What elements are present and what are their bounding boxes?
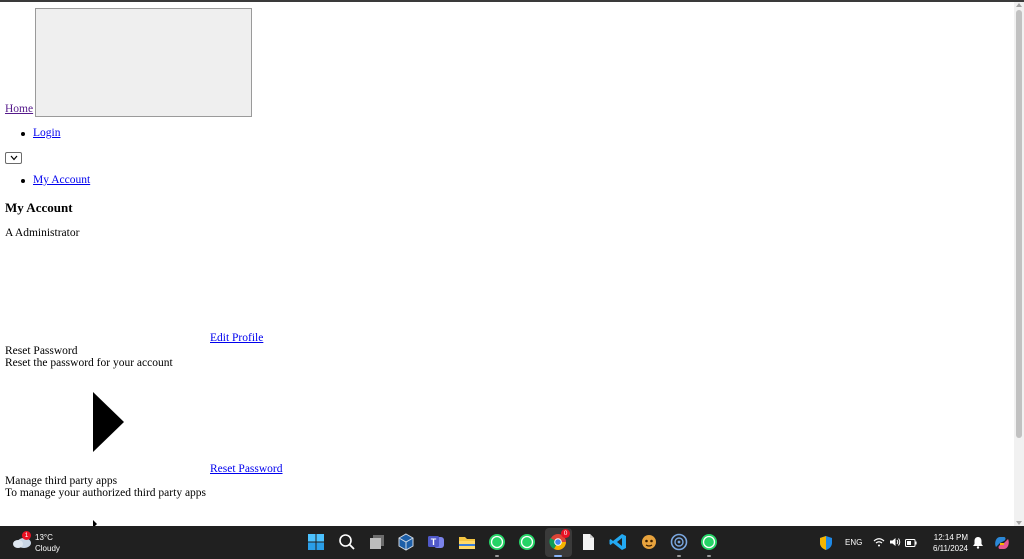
notepad-icon[interactable] (578, 532, 598, 552)
windows-start-icon[interactable] (306, 532, 326, 552)
windows-taskbar: 1 13°C Cloudy T 0 ENG 12:14 PM 6/11/2024 (0, 526, 1024, 559)
virtualbox-icon[interactable] (396, 532, 416, 552)
scroll-down-arrow-icon[interactable] (1016, 521, 1022, 525)
list-bullet (21, 132, 25, 136)
third-party-apps-heading: Manage third party apps (5, 475, 118, 487)
weather-notification-badge: 1 (22, 531, 31, 540)
wifi-icon[interactable] (873, 537, 885, 550)
vscode-icon[interactable] (608, 532, 628, 552)
copilot-icon[interactable] (992, 533, 1012, 556)
whatsapp-icon[interactable] (517, 532, 537, 552)
reset-password-link[interactable]: Reset Password (210, 463, 283, 475)
clock-date: 6/11/2024 (933, 544, 968, 553)
browser-page-content: Home Login My Account My Account A Admin… (0, 2, 1014, 526)
file-explorer-icon[interactable] (457, 532, 477, 552)
list-bullet (21, 179, 25, 183)
reset-password-description: Reset the password for your account (5, 357, 173, 369)
scroll-up-arrow-icon[interactable] (1016, 3, 1022, 7)
user-name: A Administrator (5, 227, 80, 239)
page-title: My Account (5, 200, 73, 215)
system-clock[interactable]: 12:14 PM 6/11/2024 (922, 532, 968, 554)
weather-description: Cloudy (35, 544, 60, 553)
scrollbar-thumb[interactable] (1016, 10, 1022, 438)
user-menu-dropdown-toggle[interactable] (5, 152, 22, 164)
edit-profile-link[interactable]: Edit Profile (210, 332, 263, 344)
notification-bell-icon[interactable] (972, 536, 984, 552)
app-circle-icon[interactable] (669, 532, 689, 557)
game-app-icon[interactable] (639, 532, 659, 552)
search-icon[interactable] (337, 532, 357, 552)
speaker-icon[interactable] (889, 537, 901, 550)
play-arrow-icon (93, 392, 124, 452)
whatsapp-icon[interactable] (699, 532, 719, 557)
vertical-scrollbar[interactable] (1014, 2, 1024, 526)
security-shield-icon[interactable] (818, 535, 834, 551)
teams-icon[interactable]: T (426, 532, 446, 552)
login-link[interactable]: Login (33, 127, 60, 139)
weather-temperature: 13°C (35, 533, 53, 542)
chrome-icon[interactable]: 0 (548, 529, 570, 557)
my-account-link[interactable]: My Account (33, 174, 90, 186)
reset-password-heading: Reset Password (5, 345, 78, 357)
clock-time: 12:14 PM (933, 533, 968, 542)
language-indicator[interactable]: ENG (845, 538, 862, 547)
battery-icon[interactable] (905, 538, 917, 550)
site-logo-image[interactable] (35, 8, 252, 117)
chrome-notification-badge: 0 (561, 529, 570, 538)
home-link[interactable]: Home (5, 103, 33, 115)
chevron-down-icon (10, 155, 18, 161)
task-view-icon[interactable] (367, 532, 387, 552)
svg-text:T: T (431, 537, 437, 547)
whatsapp-icon[interactable] (487, 532, 507, 557)
third-party-apps-description: To manage your authorized third party ap… (5, 487, 207, 499)
